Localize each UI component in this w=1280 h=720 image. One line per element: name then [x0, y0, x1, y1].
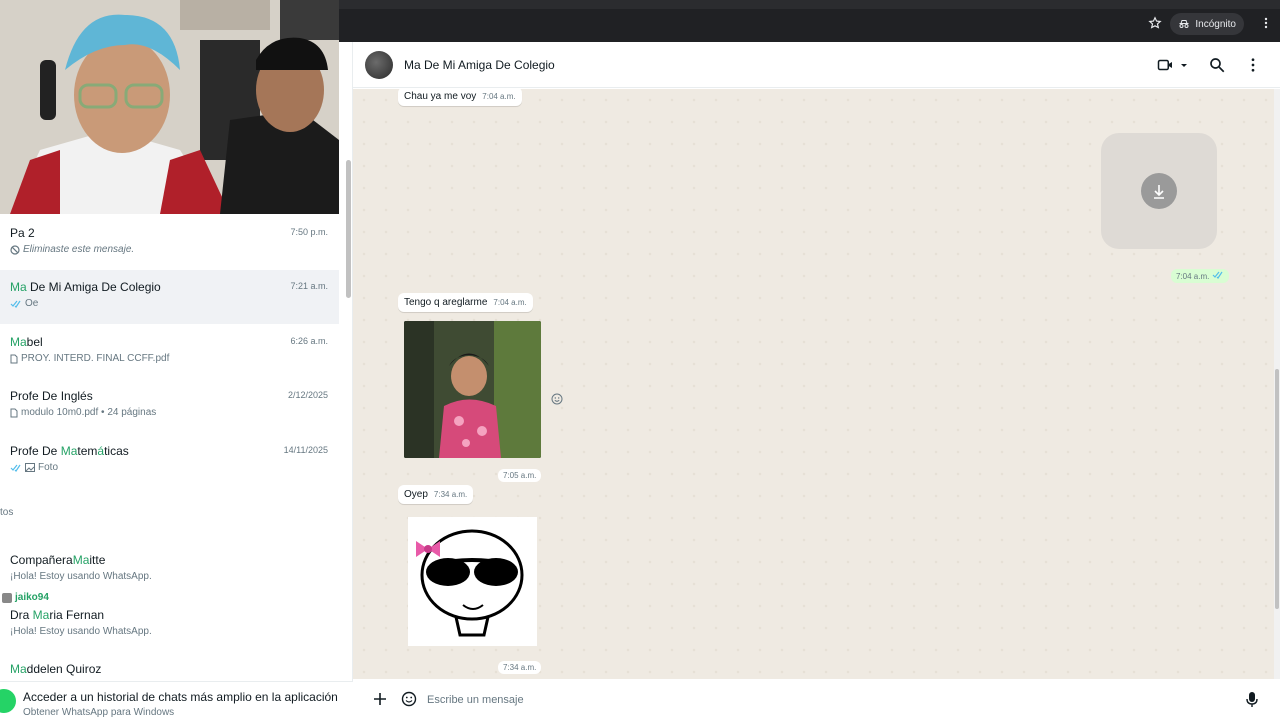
sticker-image: [416, 529, 524, 637]
chat-item-profe-ingles[interactable]: Profe De Inglés 2/12/2025 modulo 10m0.pd…: [0, 379, 339, 433]
chat-name: Profe De Matemáticas: [10, 444, 129, 458]
chat-time: 2/12/2025: [287, 390, 328, 400]
double-check-icon: [1212, 271, 1223, 279]
message-incoming: Tengo q areglarme 7:04 a.m.: [398, 293, 533, 312]
stream-overlay-username: jaiko94: [2, 592, 49, 603]
document-icon: [10, 408, 18, 417]
menu-kebab-icon[interactable]: [1244, 56, 1262, 74]
contact-item-compañera-maitte[interactable]: CompañeraMaitte ¡Hola! Estoy usando What…: [0, 543, 339, 597]
chat-time: 7:50 p.m.: [290, 227, 328, 237]
sidebar-scroll-thumb[interactable]: [346, 160, 351, 298]
download-app-banner[interactable]: Acceder a un historial de chats más ampl…: [0, 681, 353, 720]
chat-name: Pa 2: [10, 226, 35, 240]
chat-name: Profe De Inglés: [10, 389, 93, 403]
webcam-feed-image: [0, 0, 339, 214]
microphone-icon[interactable]: [1246, 691, 1258, 708]
download-icon: [1154, 185, 1164, 199]
browser-menu-icon[interactable]: [1264, 17, 1268, 29]
chat-list: Pa 2 7:50 p.m. Eliminaste este mensaje. …: [0, 214, 339, 720]
avatar[interactable]: [365, 51, 393, 79]
browser-toolbar: Incógnito: [339, 0, 1280, 42]
incognito-badge[interactable]: Incógnito: [1170, 13, 1244, 35]
contact-item-dra-maria[interactable]: Dra Maria Fernan ¡Hola! Estoy usando Wha…: [0, 598, 339, 652]
overlay-badge-icon: [2, 592, 12, 603]
message-incoming: Oyep 7:34 a.m.: [398, 485, 474, 504]
conversation-header[interactable]: Ma De Mi Amiga De Colegio: [353, 42, 1280, 88]
double-check-icon: [10, 464, 21, 472]
contact-status: ¡Hola! Estoy usando WhatsApp.: [10, 626, 152, 637]
whatsapp-logo-icon: [0, 689, 16, 713]
chat-name: Ma De Mi Amiga De Colegio: [10, 280, 161, 294]
message-scrollbar[interactable]: [1274, 89, 1280, 679]
double-check-icon: [10, 300, 21, 308]
promo-subtitle: Obtener WhatsApp para Windows: [23, 707, 175, 718]
sticker-message[interactable]: [408, 517, 537, 646]
photo-icon: [25, 463, 35, 472]
contact-name: Maddelen Quiroz: [10, 662, 102, 676]
contact-name: CompañeraMaitte: [10, 553, 106, 567]
photo-time: 7:05 a.m.: [498, 469, 542, 482]
photo-message[interactable]: [404, 321, 541, 458]
chat-preview: Oe: [10, 298, 38, 309]
contact-name: Dra Maria Fernan: [10, 608, 105, 622]
chat-item-ma-de-mi-amiga[interactable]: Ma De Mi Amiga De Colegio 7:21 a.m. Oe: [0, 270, 339, 324]
chat-time: 14/11/2025: [283, 445, 328, 455]
chevron-down-icon[interactable]: [1179, 56, 1189, 74]
message-pane[interactable]: Chau ya me voy 7:04 a.m. 7:04 a.m. Tengo …: [353, 89, 1274, 679]
message-outgoing-meta: 7:04 a.m.: [1171, 269, 1229, 283]
attach-plus-icon[interactable]: [373, 692, 387, 706]
chat-item-profe-matematicas[interactable]: Profe De Matemáticas 14/11/2025 Foto: [0, 434, 339, 488]
video-call-icon[interactable]: [1157, 56, 1175, 74]
message-composer: [353, 679, 1280, 720]
promo-title: Acceder a un historial de chats más ampl…: [23, 690, 338, 704]
chat-preview: modulo 10m0.pdf • 24 páginas: [10, 407, 156, 418]
sticker-time: 7:34 a.m.: [498, 661, 542, 674]
message-incoming: Chau ya me voy 7:04 a.m.: [398, 89, 522, 106]
chat-name: Mabel: [10, 335, 43, 349]
webcam-overlay: [0, 0, 339, 214]
incognito-label: Incógnito: [1195, 18, 1236, 30]
chat-item-mabel[interactable]: Mabel 6:26 a.m. PROY. INTERD. FINAL CCFF…: [0, 325, 339, 379]
bookmark-star-icon[interactable]: [1148, 16, 1162, 30]
media-placeholder[interactable]: [1101, 133, 1217, 249]
chat-time: 7:21 a.m.: [290, 281, 328, 291]
incognito-icon: [1179, 20, 1189, 28]
conversation-title[interactable]: Ma De Mi Amiga De Colegio: [404, 58, 555, 72]
chat-preview: Eliminaste este mensaje.: [10, 244, 134, 255]
photo-image: [404, 321, 541, 458]
emoji-sticker-icon[interactable]: [401, 691, 417, 707]
chat-item-pa2[interactable]: Pa 2 7:50 p.m. Eliminaste este mensaje.: [0, 216, 339, 270]
react-emoji-icon[interactable]: [551, 393, 563, 405]
contact-status: ¡Hola! Estoy usando WhatsApp.: [10, 571, 152, 582]
blocked-icon: [10, 244, 20, 255]
chat-time: 6:26 a.m.: [290, 336, 328, 346]
chat-preview: Foto: [10, 462, 58, 473]
contacts-section-label: tos: [0, 507, 14, 518]
message-scroll-thumb[interactable]: [1275, 369, 1279, 609]
download-button[interactable]: [1141, 173, 1177, 209]
chat-preview: PROY. INTERD. FINAL CCFF.pdf: [10, 353, 169, 364]
tab-strip: [339, 0, 1280, 9]
search-icon[interactable]: [1208, 56, 1226, 74]
document-icon: [10, 354, 18, 363]
message-input[interactable]: [427, 688, 1227, 712]
